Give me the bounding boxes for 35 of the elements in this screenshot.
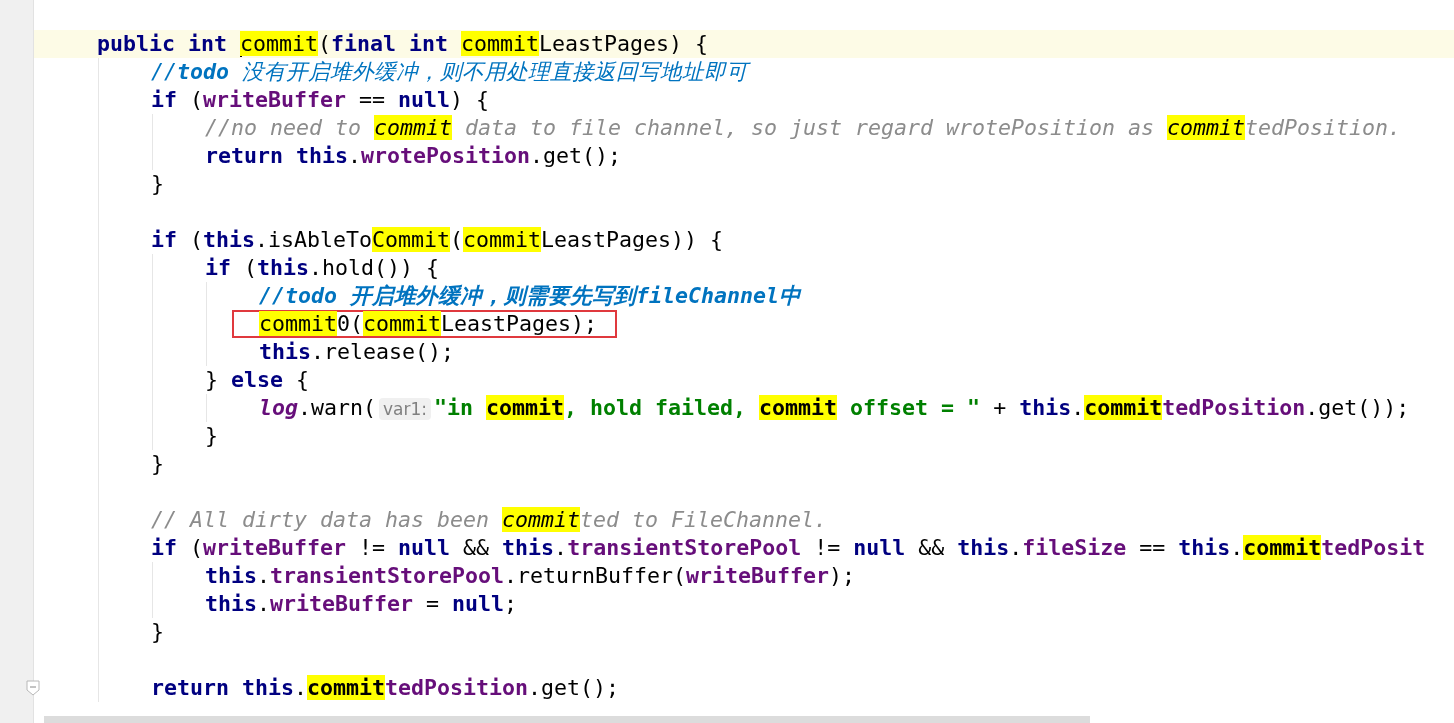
code-line: //todo 没有开启堆外缓冲，则不用处理直接返回写地址即可	[151, 58, 749, 86]
code-text: offset = "	[849, 395, 981, 420]
code-text: +	[992, 395, 1008, 420]
code-line: this.writeBuffer = null;	[205, 590, 518, 618]
code-text: .	[1071, 395, 1085, 420]
code-line: public int commit(final int commitLeastPages) {	[97, 30, 709, 58]
code-line: if (writeBuffer == null) {	[151, 86, 490, 114]
code-line: return this.committedPosition.get();	[151, 674, 620, 702]
parameter-hint: var1:	[379, 398, 432, 420]
code-line: // All dirty data has been committed to FileChannel.	[151, 506, 828, 534]
code-line: } else {	[205, 366, 310, 394]
code-text: , hold failed,	[564, 395, 748, 420]
code-line: }	[151, 170, 164, 198]
code-text: "in	[434, 395, 475, 420]
code-text: log	[259, 395, 298, 420]
code-text: commit	[486, 395, 565, 420]
code-line: //no need to commit data to file channel, so just regard wrotePosition as committedPosition.	[205, 114, 1402, 142]
code-text: .get());	[1305, 395, 1410, 420]
code-line: }	[151, 618, 164, 646]
code-text: commit	[759, 395, 838, 420]
code-text: .warn(	[298, 395, 377, 420]
horizontal-scrollbar[interactable]	[44, 716, 1090, 723]
code-line: this.release();	[259, 338, 455, 366]
fold-icon[interactable]	[26, 680, 40, 696]
code-text: this	[1019, 395, 1072, 420]
code-text: tedPosition	[1162, 395, 1306, 420]
code-line: }	[151, 450, 164, 478]
code-text: commit	[1084, 395, 1163, 420]
code-line: }	[205, 422, 218, 450]
code-line: if (this.hold()) {	[205, 254, 440, 282]
code-line: if (this.isAbleToCommit(commitLeastPages)) {	[151, 226, 724, 254]
code-line: return this.wrotePosition.get();	[205, 142, 622, 170]
code-line: this.transientStorePool.returnBuffer(writeBuffer);	[205, 562, 856, 590]
code-line: if (writeBuffer != null && this.transientStorePool != null && this.fileSize == this.committedPosit	[151, 534, 1426, 562]
code-line: //todo 开启堆外缓冲，则需要先写到fileChannel中	[259, 282, 801, 310]
